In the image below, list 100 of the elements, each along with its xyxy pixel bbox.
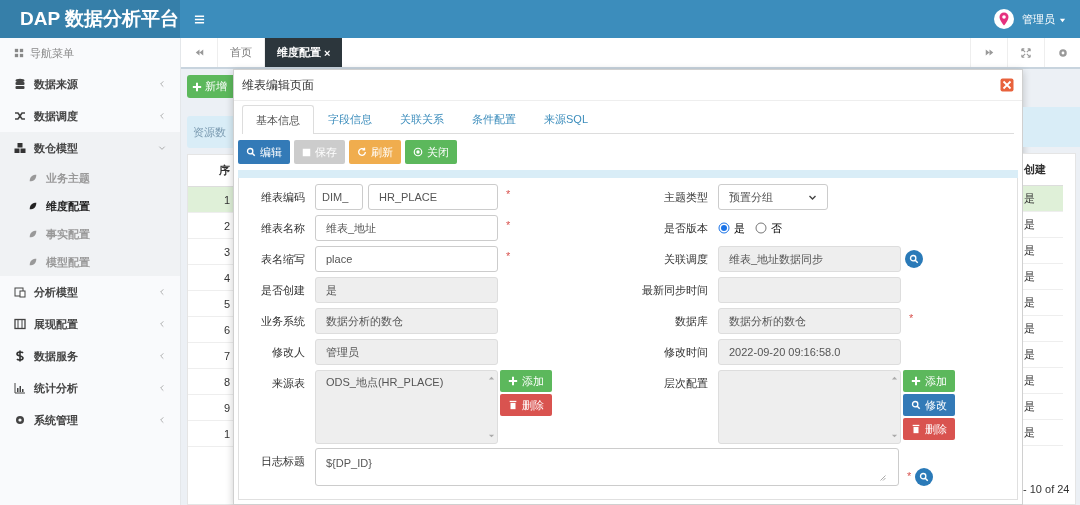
plus-icon bbox=[192, 81, 202, 92]
sidebar-item[interactable]: 数仓模型 bbox=[0, 132, 180, 164]
grid-icon bbox=[14, 48, 24, 58]
table-cell: 是 bbox=[1023, 420, 1063, 446]
sidebar-item[interactable]: 展现配置 bbox=[0, 308, 180, 340]
required-mark: * bbox=[506, 187, 511, 202]
chevron-left-icon bbox=[158, 112, 166, 120]
search-icon bbox=[911, 400, 921, 410]
chevron-left-icon bbox=[158, 320, 166, 328]
resize-grip-icon bbox=[878, 473, 888, 483]
map-pin-avatar-icon bbox=[994, 9, 1014, 29]
gear-icon bbox=[1058, 47, 1068, 58]
sidebar-item[interactable]: 数据调度 bbox=[0, 100, 180, 132]
select-field[interactable]: 预置分组 bbox=[718, 184, 828, 210]
fast-forward-icon bbox=[984, 48, 994, 57]
field-label: 表名缩写 bbox=[260, 252, 306, 267]
delete-button[interactable]: 删除 bbox=[500, 394, 552, 416]
plus-icon bbox=[911, 376, 921, 386]
sidebar-heading: 导航菜单 bbox=[30, 45, 74, 61]
database-icon bbox=[14, 78, 26, 90]
circle-dot-icon bbox=[413, 147, 423, 157]
dialog-tab[interactable]: 来源SQL bbox=[530, 105, 602, 133]
edit-button[interactable]: 编辑 bbox=[238, 140, 290, 164]
required-mark: * bbox=[506, 218, 511, 233]
table-cell: 是 bbox=[1023, 290, 1063, 316]
shuffle-icon bbox=[14, 110, 26, 122]
scroll-down-icon bbox=[890, 432, 898, 439]
sidebar-item[interactable]: 系统管理 bbox=[0, 404, 180, 436]
edit-button[interactable]: 修改 bbox=[903, 394, 955, 416]
field-label: 主题类型 bbox=[663, 190, 709, 205]
scroll-down-icon bbox=[487, 432, 495, 439]
gear-icon bbox=[14, 414, 26, 426]
field-label: 是否创建 bbox=[260, 283, 306, 298]
close-button[interactable] bbox=[1000, 78, 1014, 92]
page-tab[interactable]: 维度配置 × bbox=[264, 38, 343, 67]
radio-option[interactable]: 否 bbox=[755, 220, 782, 236]
text-area[interactable]: ${DP_ID} bbox=[315, 448, 899, 486]
input-field[interactable]: place bbox=[315, 246, 498, 272]
pagination-info: - 10 of 24 bbox=[1023, 482, 1071, 497]
leaf-icon bbox=[28, 257, 38, 267]
field-label: 维表名称 bbox=[260, 221, 306, 236]
field-label: 最新同步时间 bbox=[641, 283, 709, 298]
field-label: 业务系统 bbox=[260, 314, 306, 329]
chart-window-icon bbox=[14, 286, 26, 298]
refresh-icon bbox=[357, 147, 367, 157]
field-label: 来源表 bbox=[271, 376, 306, 391]
info-alert: 资源数 bbox=[187, 116, 233, 148]
required-mark: * bbox=[907, 469, 912, 484]
user-menu[interactable]: 管理员 bbox=[1022, 11, 1066, 27]
chevron-left-icon bbox=[158, 80, 166, 88]
sidebar-subitem[interactable]: 维度配置 bbox=[0, 192, 180, 220]
expand-icon bbox=[1021, 47, 1031, 58]
tab-close[interactable]: × bbox=[324, 46, 331, 59]
delete-button[interactable]: 删除 bbox=[903, 418, 955, 440]
dialog-tab[interactable]: 字段信息 bbox=[314, 105, 386, 133]
field-label: 层次配置 bbox=[663, 376, 709, 391]
rewind-icon bbox=[194, 48, 204, 57]
sidebar-item[interactable]: 数据服务 bbox=[0, 340, 180, 372]
field-label: 日志标题 bbox=[260, 454, 306, 469]
sidebar-item[interactable]: 统计分析 bbox=[0, 372, 180, 404]
dialog-title: 维表编辑页面 bbox=[242, 76, 315, 94]
sidebar-item[interactable]: 数据来源 bbox=[0, 68, 180, 100]
list-box[interactable]: ODS_地点(HR_PLACE) bbox=[315, 370, 498, 444]
leaf-icon bbox=[28, 201, 38, 211]
leaf-icon bbox=[28, 229, 38, 239]
scroll-up-icon bbox=[487, 375, 495, 382]
table-cell: 是 bbox=[1023, 238, 1063, 264]
table-cell: 是 bbox=[1023, 212, 1063, 238]
search-icon bbox=[909, 254, 919, 264]
field-label: 修改人 bbox=[271, 345, 306, 360]
input-field[interactable]: HR_PLACE bbox=[368, 184, 498, 210]
sidebar-item[interactable]: 分析模型 bbox=[0, 276, 180, 308]
chevron-left-icon bbox=[158, 352, 166, 360]
info-alert bbox=[1023, 107, 1080, 147]
chevron-left-icon bbox=[158, 288, 166, 296]
radio-checked-icon bbox=[718, 222, 730, 234]
dialog-tab[interactable]: 基本信息 bbox=[242, 105, 314, 134]
prefix-field[interactable]: DIM_ bbox=[315, 184, 363, 210]
chevron-left-icon bbox=[158, 416, 166, 424]
close-icon bbox=[1000, 78, 1014, 92]
field-label: 数据库 bbox=[674, 314, 709, 329]
floppy-icon bbox=[302, 147, 311, 157]
search-button[interactable] bbox=[915, 468, 934, 486]
table-cell: 是 bbox=[1023, 264, 1063, 290]
radio-option[interactable]: 是 bbox=[718, 220, 745, 236]
radio-empty-icon bbox=[755, 222, 767, 234]
trash-icon bbox=[911, 424, 921, 434]
required-mark: * bbox=[909, 311, 914, 326]
bar-chart-icon bbox=[14, 382, 26, 394]
table-cell: 是 bbox=[1023, 394, 1063, 420]
field-label: 修改时间 bbox=[663, 345, 709, 360]
app-logo: DAP 数据分析平台 bbox=[0, 0, 180, 38]
table-cell: 1 bbox=[188, 187, 233, 213]
chevron-left-icon bbox=[158, 384, 166, 392]
scroll-up-icon bbox=[890, 375, 898, 382]
plus-icon bbox=[508, 376, 518, 386]
dialog-tab[interactable]: 条件配置 bbox=[458, 105, 530, 133]
input-field[interactable]: 维表_地址 bbox=[315, 215, 498, 241]
dollar-s-icon bbox=[14, 350, 26, 362]
dialog-tab[interactable]: 关联关系 bbox=[386, 105, 458, 133]
